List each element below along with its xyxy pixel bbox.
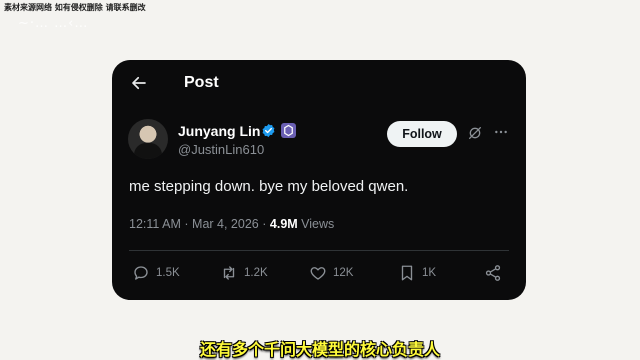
author-handle[interactable]: @JustinLin610	[178, 142, 264, 157]
share-icon	[485, 265, 501, 281]
like-button[interactable]: 12K	[309, 264, 353, 282]
heart-icon	[310, 267, 326, 280]
more-options-icon[interactable]	[493, 124, 509, 140]
bookmark-button[interactable]: 1K	[398, 264, 436, 282]
faint-logo: ~·… …‹…	[18, 16, 89, 31]
avatar[interactable]	[128, 119, 168, 159]
tweet-text: me stepping down. bye my beloved qwen.	[129, 178, 409, 195]
repost-button[interactable]: 1.2K	[220, 264, 268, 282]
views-label: Views	[301, 217, 335, 231]
views-count: 4.9M	[269, 217, 298, 231]
bookmark-icon	[401, 265, 413, 281]
divider	[129, 250, 509, 251]
post-meta: 12:11 AM · Mar 4, 2026 · 4.9M Views	[129, 217, 334, 231]
repost-icon	[223, 266, 235, 280]
post-time[interactable]: 12:11 AM	[129, 217, 181, 231]
bookmark-count: 1K	[422, 267, 437, 279]
post-date[interactable]: Mar 4, 2026	[192, 217, 259, 231]
meta-separator-2: ·	[262, 217, 267, 231]
qwen-logo-icon	[284, 124, 293, 137]
affiliate-badge-icon	[281, 123, 296, 138]
watermark-text: 素材来源网络 如有侵权删除 请联系删改	[4, 3, 146, 12]
avatar-body	[134, 143, 162, 159]
reply-icon	[134, 266, 148, 280]
video-subtitle: 还有多个千问大模型的核心负责人	[199, 340, 440, 359]
meta-separator: ·	[184, 217, 189, 231]
grok-icon[interactable]	[467, 125, 483, 141]
page-title: Post	[184, 74, 219, 91]
share-button[interactable]	[484, 264, 502, 282]
back-arrow-icon[interactable]	[130, 74, 148, 92]
like-count: 12K	[333, 267, 354, 279]
verified-badge-icon	[262, 123, 275, 138]
post-card: Post Junyang Lin @JustinLin610 Follow me…	[112, 60, 526, 300]
repost-count: 1.2K	[244, 267, 268, 279]
reply-button[interactable]: 1.5K	[132, 264, 180, 282]
author-display-name[interactable]: Junyang Lin	[178, 123, 260, 139]
reply-count: 1.5K	[156, 267, 180, 279]
follow-button[interactable]: Follow	[387, 121, 457, 147]
